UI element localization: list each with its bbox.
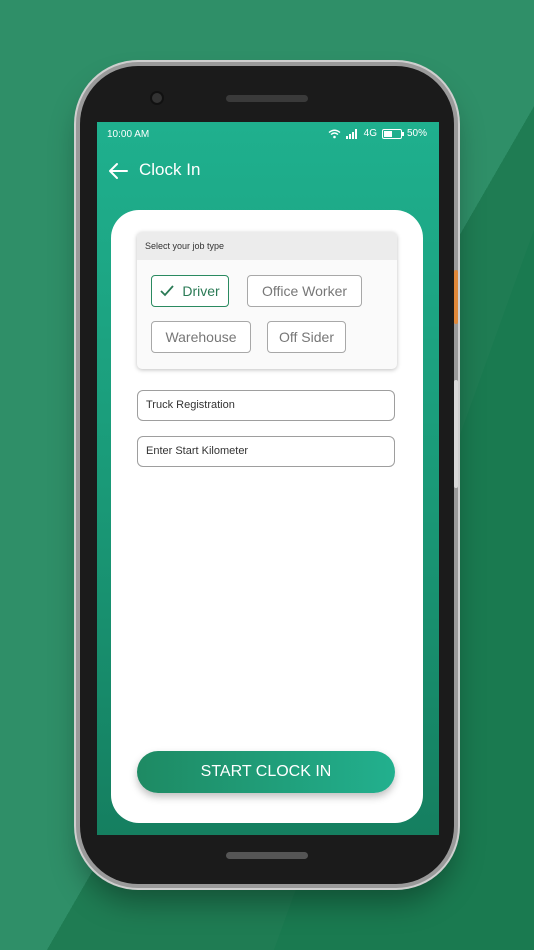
job-type-header: Select your job type <box>137 232 397 260</box>
page-title: Clock In <box>139 160 201 179</box>
check-icon <box>160 285 175 297</box>
arrow-left-icon[interactable] <box>107 160 129 182</box>
job-type-selector: Select your job type Driver Office Worke… <box>137 232 397 369</box>
truck-registration-input[interactable]: Truck Registration <box>137 390 395 421</box>
job-chip-off-sider[interactable]: Off Sider <box>267 321 346 353</box>
start-kilometer-placeholder: Enter Start Kilometer <box>146 445 249 457</box>
start-kilometer-input[interactable]: Enter Start Kilometer <box>137 436 395 467</box>
status-bar: 10:00 AM 4G 50% <box>97 122 439 148</box>
clock-in-card: Select your job type Driver Office Worke… <box>111 210 423 823</box>
camera-icon <box>152 93 162 103</box>
battery-icon <box>381 128 404 139</box>
job-chip-label: Office Worker <box>261 283 348 299</box>
battery-level <box>383 130 392 137</box>
battery-percent: 50% <box>406 128 427 139</box>
start-clock-in-button[interactable]: START CLOCK IN <box>137 751 395 793</box>
job-chip-office-worker[interactable]: Office Worker <box>247 275 362 307</box>
phone-screen: 10:00 AM 4G 50% Clock In Select your job… <box>97 122 439 835</box>
earpiece-speaker <box>226 95 308 102</box>
bottom-speaker <box>226 852 308 859</box>
signal-icon <box>345 128 357 139</box>
app-bar: Clock In <box>97 148 439 192</box>
job-chip-warehouse[interactable]: Warehouse <box>151 321 251 353</box>
status-indicators: 4G 50% <box>328 128 427 139</box>
status-time: 10:00 AM <box>107 129 150 140</box>
truck-registration-placeholder: Truck Registration <box>146 399 235 411</box>
job-chip-label: Off Sider <box>279 329 334 345</box>
volume-button <box>454 380 458 488</box>
job-chip-label: Driver <box>182 283 220 299</box>
job-chip-driver[interactable]: Driver <box>151 275 229 307</box>
power-button <box>454 270 458 324</box>
job-chip-label: Warehouse <box>165 329 237 345</box>
network-type: 4G <box>363 128 377 139</box>
wifi-icon <box>328 129 341 138</box>
